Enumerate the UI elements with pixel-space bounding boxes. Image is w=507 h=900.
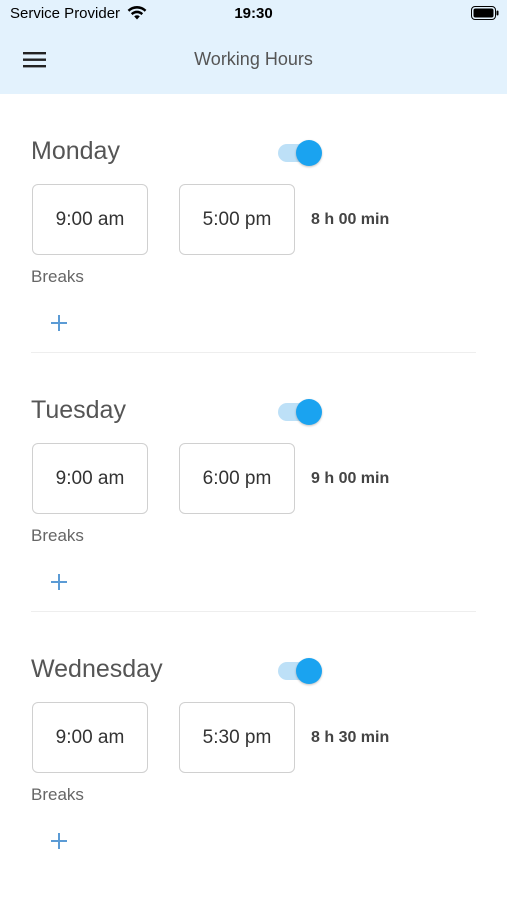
day-enabled-toggle[interactable]: [278, 398, 324, 426]
breaks-label: Breaks: [31, 785, 84, 804]
total-duration: 9 h 00 min: [311, 470, 390, 487]
end-time-field[interactable]: 5:30 pm: [179, 702, 295, 773]
battery-icon: [471, 6, 499, 20]
total-duration: 8 h 00 min: [311, 211, 390, 228]
status-time: 19:30: [234, 5, 273, 22]
start-time-field[interactable]: 9:00 am: [32, 702, 148, 773]
day-name: Wednesday: [31, 655, 163, 683]
day-name: Monday: [31, 137, 120, 165]
end-time-field[interactable]: 5:00 pm: [179, 184, 295, 255]
toggle-thumb: [296, 140, 322, 166]
end-time-field[interactable]: 6:00 pm: [179, 443, 295, 514]
add-break-icon[interactable]: [47, 829, 71, 853]
page-title: Working Hours: [194, 49, 313, 69]
day-section-wednesday: Wednesday 9:00 am 5:30 pm 8 h 30 min Bre…: [0, 612, 507, 871]
day-enabled-toggle[interactable]: [278, 139, 324, 167]
add-break-icon[interactable]: [47, 311, 71, 335]
day-section-monday: Monday 9:00 am 5:00 pm 8 h 00 min Breaks: [0, 94, 507, 353]
working-hours-screen: Service Provider 19:30 Working Hours Mon…: [0, 0, 507, 900]
day-enabled-toggle[interactable]: [278, 657, 324, 685]
add-break-icon[interactable]: [47, 570, 71, 594]
status-bar: Service Provider 19:30: [0, 0, 507, 28]
breaks-label: Breaks: [31, 267, 84, 286]
day-name: Tuesday: [31, 396, 126, 424]
toggle-thumb: [296, 399, 322, 425]
start-time-field[interactable]: 9:00 am: [32, 184, 148, 255]
start-time-field[interactable]: 9:00 am: [32, 443, 148, 514]
total-duration: 8 h 30 min: [311, 729, 390, 746]
toggle-thumb: [296, 658, 322, 684]
working-hours-list: Monday 9:00 am 5:00 pm 8 h 00 min Breaks…: [0, 94, 507, 871]
day-section-tuesday: Tuesday 9:00 am 6:00 pm 9 h 00 min Break…: [0, 353, 507, 612]
breaks-label: Breaks: [31, 526, 84, 545]
